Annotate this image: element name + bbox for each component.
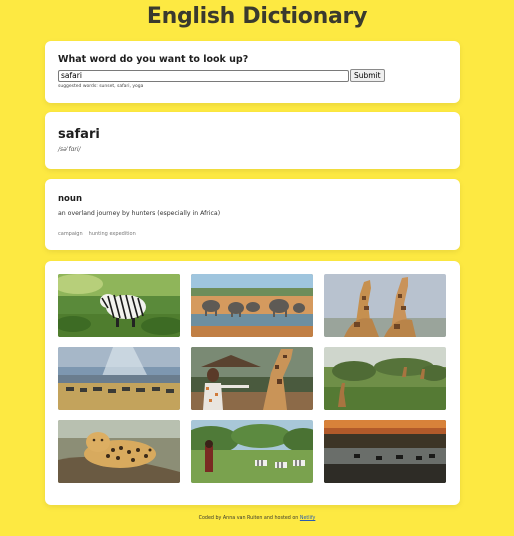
footer: Coded by Anna van Ruiten and hosted on N… bbox=[0, 516, 514, 521]
photo-feeding-giraffe[interactable] bbox=[191, 347, 313, 410]
synonym: campaign bbox=[58, 231, 83, 237]
word-card: safari /səˈfɑri/ bbox=[45, 112, 460, 169]
footer-text: Coded by Anna van Ruiten and hosted on bbox=[198, 516, 299, 521]
word-heading: safari bbox=[58, 127, 100, 142]
phonetic: /səˈfɑri/ bbox=[58, 146, 81, 153]
meaning-card: noun an overland journey by hunters (esp… bbox=[45, 179, 460, 250]
photo-giraffes-closeup[interactable] bbox=[324, 274, 446, 337]
photo-zebras-walker[interactable] bbox=[191, 420, 313, 483]
submit-button[interactable]: Submit bbox=[350, 69, 385, 82]
definition: an overland journey by hunters (especial… bbox=[58, 210, 221, 217]
page-title: English Dictionary bbox=[146, 4, 368, 29]
photo-elephants-waterhole[interactable] bbox=[191, 274, 313, 337]
photo-zebras-grass[interactable] bbox=[58, 274, 180, 337]
photo-zebra-herd-sunbeams[interactable] bbox=[58, 347, 180, 410]
synonyms-list: campaign hunting expedition bbox=[58, 231, 136, 237]
photo-dusk-waterhole[interactable] bbox=[324, 420, 446, 483]
search-card: What word do you want to look up? Submit… bbox=[45, 41, 460, 103]
search-question: What word do you want to look up? bbox=[58, 54, 249, 65]
photos-card bbox=[45, 261, 460, 505]
search-input[interactable] bbox=[58, 69, 349, 82]
synonym: hunting expedition bbox=[88, 231, 136, 237]
suggested-words: suggested words: sunset, safari, yoga bbox=[58, 84, 144, 89]
photo-giraffes-savanna[interactable] bbox=[324, 347, 446, 410]
photo-leopard-branch[interactable] bbox=[58, 420, 180, 483]
netlify-link[interactable]: Netlify bbox=[300, 516, 316, 521]
search-form: Submit bbox=[58, 69, 385, 82]
part-of-speech: noun bbox=[58, 194, 82, 204]
